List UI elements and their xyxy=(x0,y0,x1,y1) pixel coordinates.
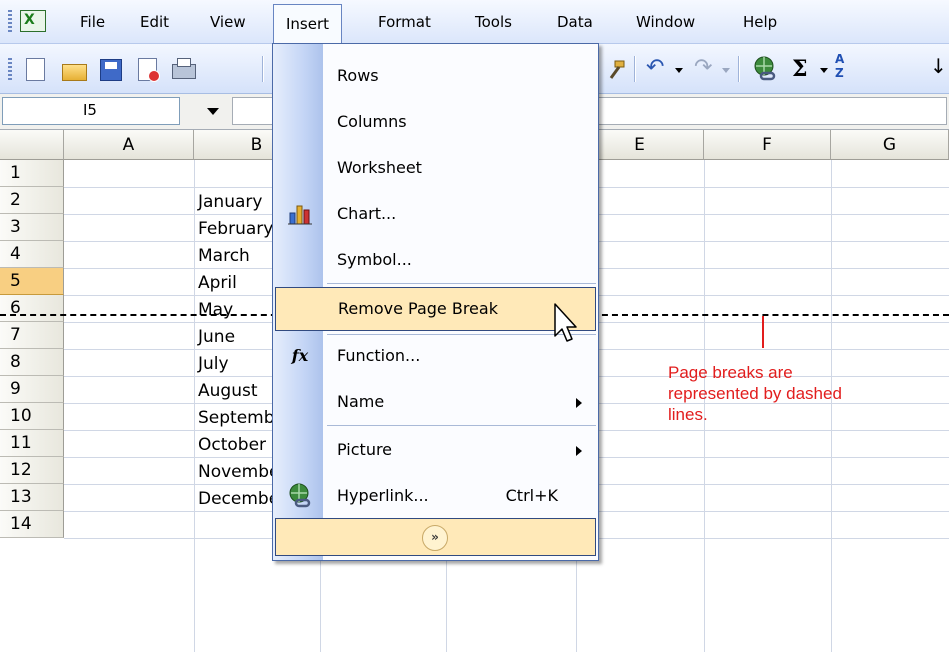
menu-item-columns[interactable]: Columns xyxy=(275,100,596,144)
menu-item-picture[interactable]: Picture xyxy=(275,428,596,472)
row-header[interactable]: 3 xyxy=(0,214,64,241)
submenu-arrow-icon xyxy=(576,446,582,456)
menu-item-label: Remove Page Break xyxy=(338,299,498,318)
menu-item-shortcut: Ctrl+K xyxy=(505,486,558,505)
autosum-dropdown-icon[interactable] xyxy=(820,68,828,73)
undo-icon[interactable]: ↶ xyxy=(646,54,664,82)
row-header[interactable]: 11 xyxy=(0,430,64,457)
row-header[interactable]: 8 xyxy=(0,349,64,376)
row-header-selected[interactable]: 5 xyxy=(0,268,64,295)
permission-icon[interactable] xyxy=(134,56,160,82)
undo-dropdown-icon[interactable] xyxy=(675,68,683,73)
chart-icon xyxy=(287,201,313,227)
menu-item-symbol[interactable]: Symbol... xyxy=(275,238,596,282)
column-header-a[interactable]: A xyxy=(64,130,194,160)
name-box-dropdown-icon[interactable] xyxy=(207,108,219,115)
menu-expand-button[interactable]: » xyxy=(275,518,596,556)
mouse-cursor-icon xyxy=(554,303,577,342)
row-header[interactable]: 9 xyxy=(0,376,64,403)
menu-edit[interactable]: Edit xyxy=(140,0,169,44)
menu-format[interactable]: Format xyxy=(378,0,431,44)
name-box-value: I5 xyxy=(83,101,97,119)
menu-item-worksheet[interactable]: Worksheet xyxy=(275,146,596,190)
menu-data[interactable]: Data xyxy=(557,0,593,44)
menu-item-function[interactable]: fx Function... xyxy=(275,334,596,378)
menu-separator xyxy=(327,283,596,284)
format-painter-icon[interactable] xyxy=(602,56,628,82)
menu-item-label: Rows xyxy=(337,66,379,85)
menu-file[interactable]: File xyxy=(80,0,105,44)
sort-arrow-icon[interactable]: ↓ xyxy=(930,54,947,78)
toolbar-separator xyxy=(262,56,264,82)
print-icon[interactable] xyxy=(170,56,196,82)
toolbar-separator xyxy=(738,56,740,82)
menu-tools[interactable]: Tools xyxy=(475,0,512,44)
menu-item-label: Chart... xyxy=(337,204,397,223)
menu-view[interactable]: View xyxy=(210,0,246,44)
menu-item-label: Worksheet xyxy=(337,158,422,177)
menu-item-label: Symbol... xyxy=(337,250,412,269)
row-header[interactable]: 4 xyxy=(0,241,64,268)
hyperlink-globe-icon xyxy=(287,483,313,509)
select-all-corner[interactable] xyxy=(0,130,64,160)
menu-item-label: Hyperlink... xyxy=(337,486,429,505)
excel-app-icon[interactable]: X xyxy=(20,10,46,32)
menu-item-label: Function... xyxy=(337,346,421,365)
annotation-pointer-line xyxy=(762,316,764,348)
menu-item-label: Picture xyxy=(337,440,393,459)
row-header[interactable]: 12 xyxy=(0,457,64,484)
row-header[interactable]: 2 xyxy=(0,187,64,214)
autosum-icon[interactable]: Σ xyxy=(792,56,808,82)
menu-window[interactable]: Window xyxy=(636,0,695,44)
annotation-text: Page breaks are represented by dashed li… xyxy=(668,363,842,424)
menu-item-rows[interactable]: Rows xyxy=(275,54,596,98)
column-header-g[interactable]: G xyxy=(831,130,949,160)
row-header[interactable]: 7 xyxy=(0,322,64,349)
toolbar-grip[interactable] xyxy=(8,58,12,82)
menu-help[interactable]: Help xyxy=(743,0,777,44)
menu-item-hyperlink[interactable]: Hyperlink... Ctrl+K xyxy=(275,474,596,518)
column-header-f[interactable]: F xyxy=(704,130,831,160)
row-header[interactable]: 14 xyxy=(0,511,64,538)
menu-bar: X File Edit View Insert Format Tools Dat… xyxy=(0,0,949,44)
menu-item-label: Columns xyxy=(337,112,407,131)
redo-dropdown-icon[interactable] xyxy=(722,68,730,73)
menu-item-remove-page-break[interactable]: Remove Page Break xyxy=(275,287,596,331)
new-icon[interactable] xyxy=(22,56,48,82)
row-header[interactable]: 13 xyxy=(0,484,64,511)
menubar-grip[interactable] xyxy=(8,10,12,34)
save-icon[interactable] xyxy=(97,56,123,82)
menu-insert[interactable]: Insert xyxy=(273,4,343,44)
redo-icon[interactable]: ↷ xyxy=(694,54,712,82)
insert-menu-dropdown: Rows Columns Worksheet Chart... Symbol..… xyxy=(272,43,599,561)
chevron-double-down-icon: » xyxy=(422,525,448,551)
menu-item-name[interactable]: Name xyxy=(275,380,596,424)
menu-item-label: Name xyxy=(337,392,385,411)
name-box[interactable]: I5 xyxy=(2,97,180,125)
sort-ascending-icon[interactable]: A Z xyxy=(835,52,847,80)
toolbar-separator xyxy=(634,56,636,82)
menu-item-chart[interactable]: Chart... xyxy=(275,192,596,236)
function-icon: fx xyxy=(291,346,309,365)
submenu-arrow-icon xyxy=(576,398,582,408)
row-header[interactable]: 1 xyxy=(0,160,64,187)
row-header[interactable]: 10 xyxy=(0,403,64,430)
menu-separator xyxy=(327,425,596,426)
hyperlink-icon[interactable] xyxy=(752,56,778,82)
row-header[interactable]: 6 xyxy=(0,295,64,322)
open-icon[interactable] xyxy=(60,56,87,82)
